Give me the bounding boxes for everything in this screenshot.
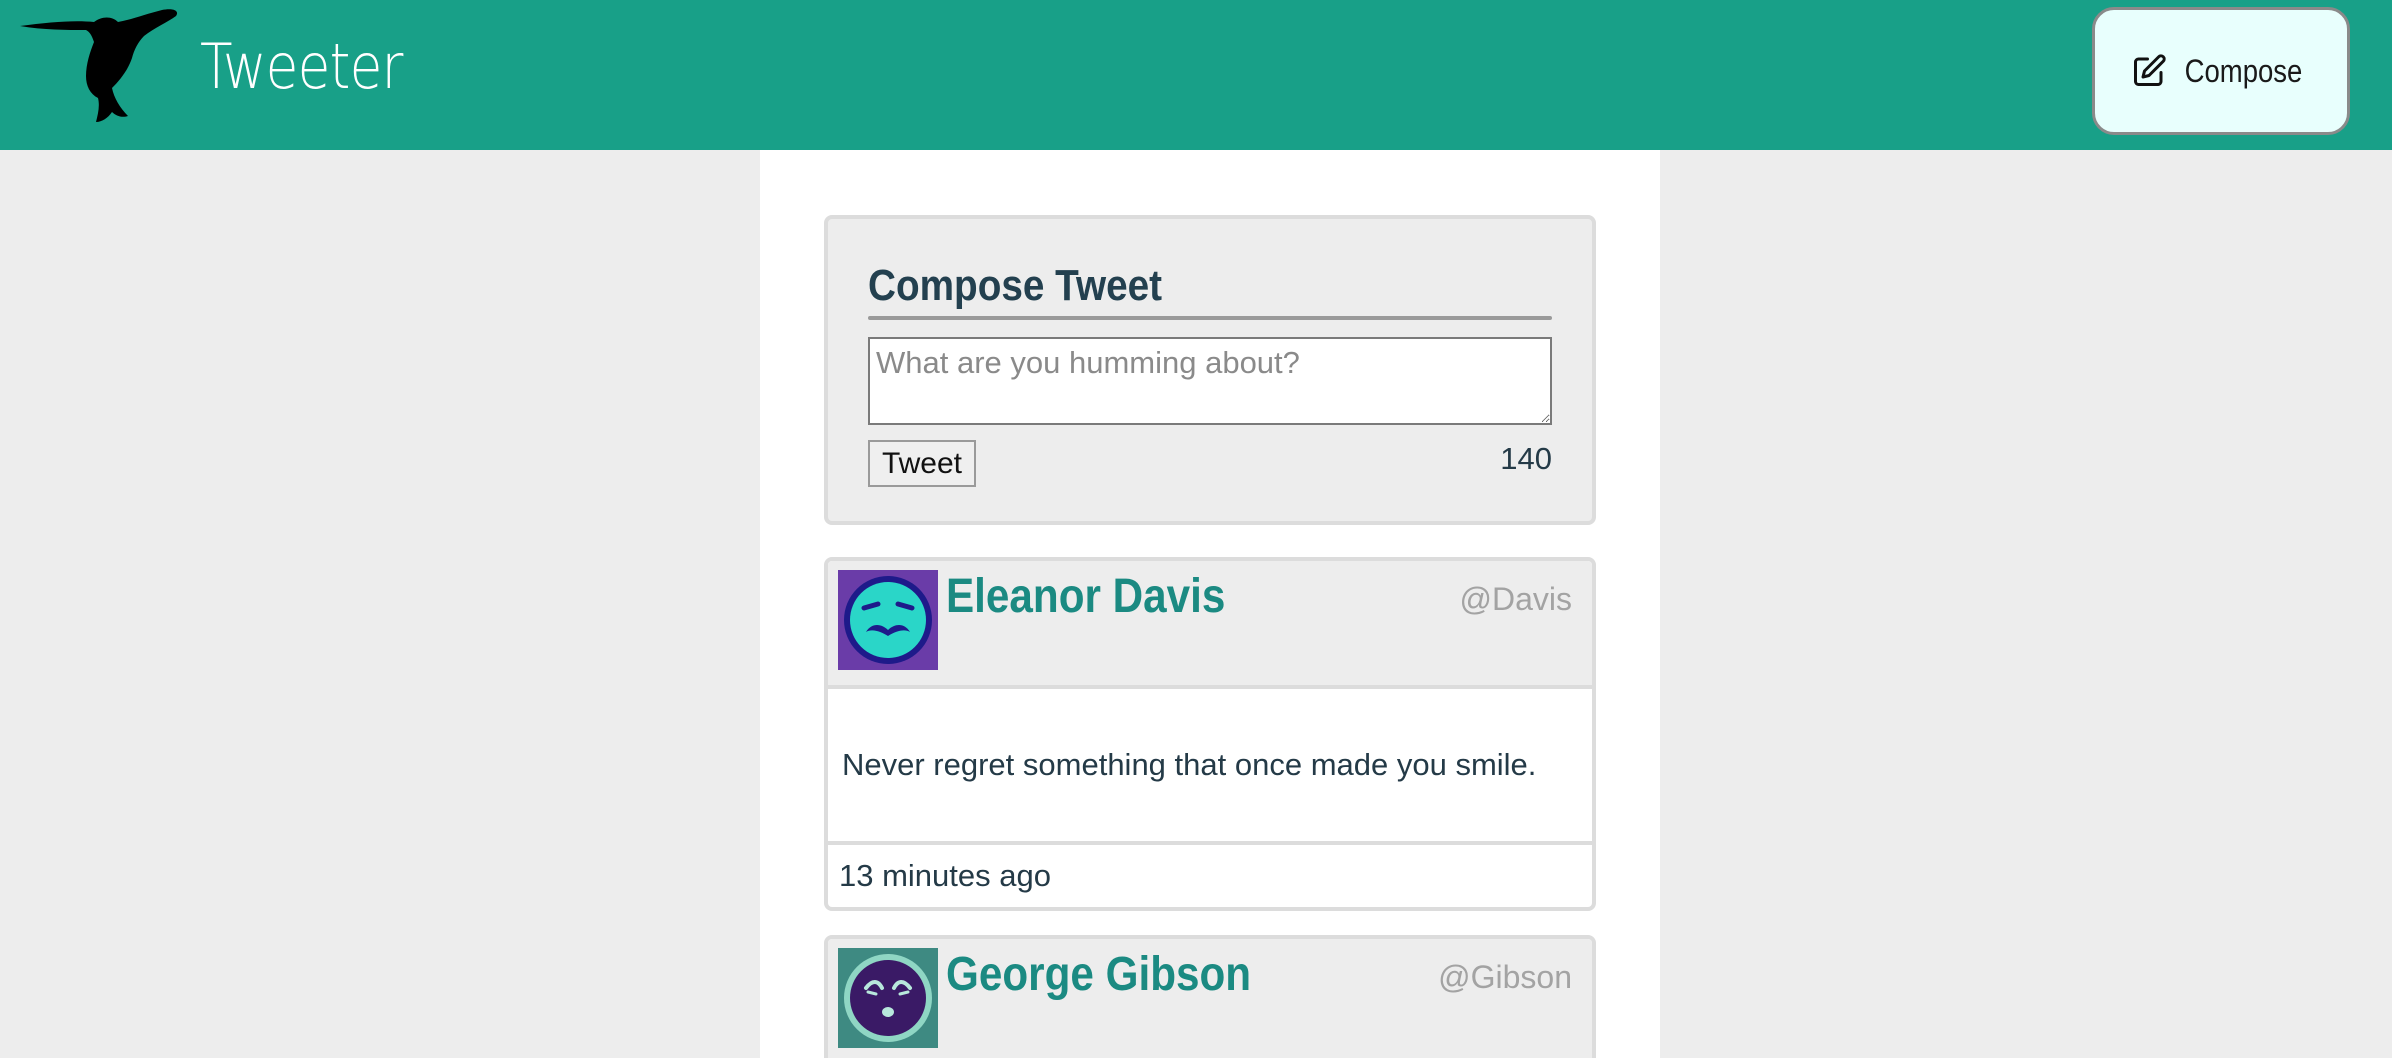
- top-nav: Tweeter Compose: [0, 0, 2392, 150]
- hummingbird-icon: [20, 9, 178, 122]
- compose-panel: Compose Tweet Tweet 140: [824, 215, 1596, 525]
- tweet-card: Eleanor Davis @Davis Never regret someth…: [824, 557, 1596, 911]
- main-column: Compose Tweet Tweet 140 Eleanor Davis @D…: [760, 150, 1660, 1058]
- avatar: [838, 570, 938, 670]
- compose-button-label: Compose: [2184, 52, 2302, 89]
- tweet-submit-button[interactable]: Tweet: [868, 440, 976, 487]
- tweet-author-handle: @Davis: [1459, 581, 1573, 617]
- char-counter: 140: [1500, 441, 1552, 476]
- tweet-text: Never regret something that once made yo…: [828, 689, 1592, 845]
- tweet-card: George Gibson @Gibson: [824, 935, 1596, 1058]
- compose-title: Compose Tweet: [868, 261, 1163, 310]
- tweet-author-name: George Gibson: [946, 948, 1252, 1001]
- edit-icon: [2133, 54, 2166, 86]
- tweet-author-handle: @Gibson: [1438, 959, 1572, 995]
- compose-button[interactable]: Compose: [2092, 7, 2350, 135]
- avatar: [838, 948, 938, 1048]
- title-divider: [868, 316, 1552, 320]
- tweet-textarea[interactable]: [868, 337, 1552, 425]
- tweet-header: George Gibson @Gibson: [828, 939, 1592, 1058]
- tweet-timestamp: 13 minutes ago: [839, 858, 1051, 893]
- brand-title[interactable]: Tweeter: [200, 30, 403, 103]
- tweet-author-name: Eleanor Davis: [946, 570, 1226, 623]
- tweet-header: Eleanor Davis @Davis: [828, 561, 1592, 689]
